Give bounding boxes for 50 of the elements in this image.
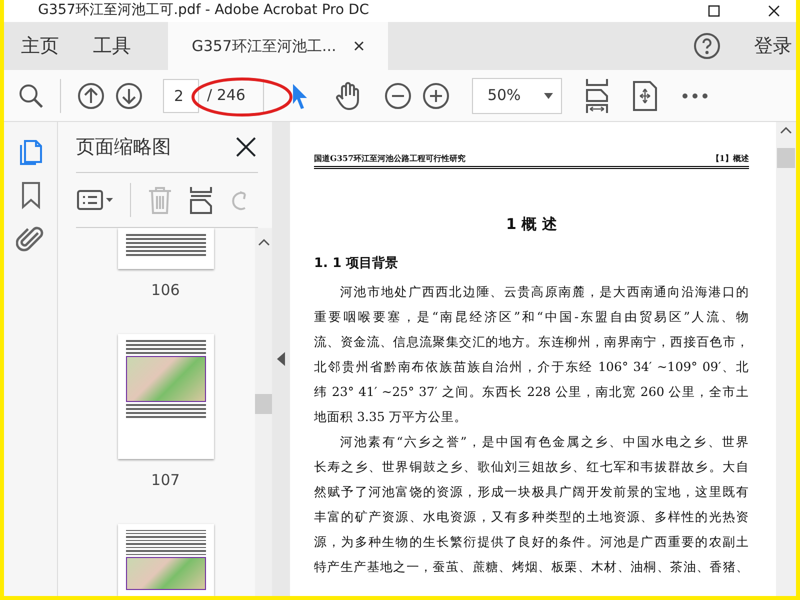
page-scroll-icon[interactable] [632, 80, 658, 112]
fit-page-icon[interactable] [584, 78, 610, 114]
scrollbar-thumb[interactable] [255, 394, 272, 414]
page-thumbnail[interactable] [118, 524, 214, 596]
window-title: G357环江至河池工可.pdf - Adobe Acrobat Pro DC [38, 1, 370, 20]
zoom-in-icon[interactable] [422, 82, 450, 110]
running-header: 【1】概述 [711, 152, 749, 164]
caret-icon [544, 92, 554, 98]
scroll-up-icon[interactable] [780, 126, 792, 134]
chapter-title: 1 概 述 [505, 214, 558, 235]
extract-pages-icon[interactable] [189, 186, 213, 214]
document-tab[interactable]: G357环江至河池工... [168, 22, 388, 70]
paragraph-line: 流、资金流、信息流聚集交汇的地方。东连柳州，南界南宁，西接百色市， [314, 333, 749, 351]
menu-item[interactable]: 工具 [76, 22, 148, 70]
close-icon[interactable] [354, 41, 364, 51]
paragraph-line: 纬 23° 41′ ~25° 37′ 之间。东西长 228 公里，南北宽 260 公里，全市土 [314, 383, 749, 401]
sign-in-button[interactable]: 登录 [737, 22, 796, 70]
page-number-field[interactable]: 2 [163, 78, 199, 112]
paperclip-icon[interactable] [16, 224, 46, 254]
page-number-label: 106 [151, 280, 180, 302]
options-icon[interactable] [76, 188, 114, 212]
close-icon[interactable] [236, 137, 256, 157]
paragraph-line: 河池市地处广西西北边陲、云贵高原南麓，是大西南通向沿海港口的 [339, 283, 749, 301]
paragraph-line: 河池素有“六乡之誉”，是中国有色金属之乡、中国水电之乡、世界 [339, 433, 749, 451]
zoom-out-icon[interactable] [384, 82, 412, 110]
scroll-up-icon[interactable] [258, 238, 270, 246]
running-header: 国道G357环江至河池公路工程可行性研究 [314, 152, 466, 164]
paragraph-line: 特产生产基地之一，蚕茧、蔗糖、烤烟、板栗、木材、油桐、茶油、香猪、 [314, 558, 749, 576]
page-total: / 246 [207, 85, 246, 106]
paragraph-line: 源，为多种生物的生长繁衍提供了良好的条件。河池是广西重要的农副土 [314, 533, 749, 551]
zoom-dropdown[interactable]: 50% [472, 78, 562, 114]
page-thumbnail[interactable] [118, 334, 214, 460]
close-icon[interactable] [768, 5, 780, 17]
paragraph-line: 然赋予了河池富饶的资源，形成一块极具广阔开发前景的宝地，这里既有 [314, 483, 749, 501]
scrollbar-thumb[interactable] [777, 148, 795, 168]
more-icon[interactable] [682, 92, 708, 98]
menu-item[interactable]: 主页 [4, 22, 76, 70]
paragraph-line: 长寿之乡、世界铜鼓之乡、歌仙刘三姐故乡、红七军和韦拔群故乡。大自 [314, 458, 749, 476]
search-icon[interactable] [18, 82, 44, 108]
paragraph-line: 丰富的矿产资源、水电资源，又有多种类型的土地资源、多样性的光热资 [314, 508, 749, 526]
paragraph-line: 北邻贵州省黔南布依族苗族自治州，介于东经 106° 34′ ~109° 09′、北 [314, 358, 749, 376]
section-heading: 1. 1 项目背景 [314, 254, 400, 272]
collapse-panel-icon[interactable] [277, 352, 285, 366]
page-number-label: 107 [151, 470, 180, 492]
page-thumbnail[interactable] [118, 228, 214, 270]
panel-title: 页面缩略图 [76, 136, 171, 158]
maximize-icon[interactable] [708, 5, 720, 17]
paragraph-line: 地面积 3.35 万平方公里。 [314, 408, 468, 426]
help-icon [693, 32, 721, 60]
paragraph-line: 重要咽喉要塞，是“南昆经济区”和“中国-东盟自由贸易区”人流、物 [314, 308, 749, 326]
